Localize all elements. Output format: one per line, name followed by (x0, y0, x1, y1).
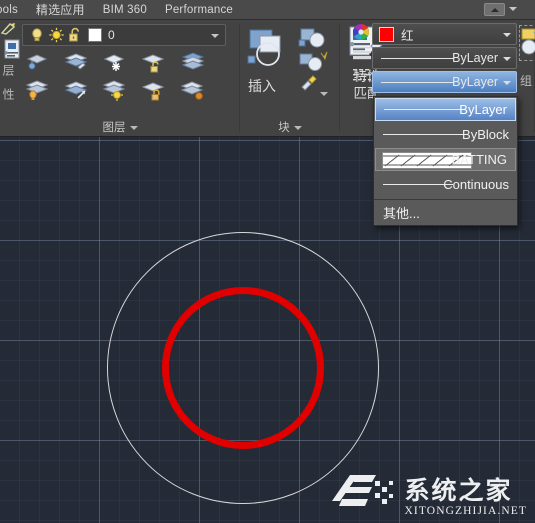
layer-unlock-icon[interactable] (139, 50, 173, 75)
chevron-down-icon[interactable] (129, 125, 138, 130)
layer-tools-row-1 (22, 50, 228, 75)
watermark-logo-icon (331, 475, 393, 506)
edge-label-properties: 性 (1, 88, 15, 100)
watermark-en: XITONGZHIJIA.NET (404, 505, 527, 517)
layer-thaw-icon[interactable] (100, 78, 134, 103)
linetype-option-batting[interactable]: BATTING (375, 148, 516, 171)
group-panel: 组 (516, 20, 535, 137)
chevron-down-icon[interactable] (293, 125, 302, 130)
tab-tools[interactable]: ools (0, 0, 27, 20)
layer-off-icon[interactable] (22, 78, 56, 103)
tab-featured-apps[interactable]: 精选应用 (27, 0, 94, 20)
linetype-preview-line (381, 58, 454, 59)
object-color-label: 红 (401, 28, 414, 43)
layer-edit-icon[interactable] (61, 50, 95, 75)
triangle-up-icon (490, 7, 499, 12)
linetype-dropdown-list: ByLayer ByBlock BATTING Continuous 其他... (373, 96, 518, 226)
linetype-option-label: ByLayer (459, 102, 507, 117)
lightbulb-on-icon[interactable] (29, 27, 45, 43)
layer-manager-icon[interactable] (2, 38, 22, 60)
autocad-window: ools 精选应用 BIM 360 Performance 层 性 (0, 0, 535, 523)
layer-isolate-icon[interactable] (22, 50, 56, 75)
create-block-icon[interactable] (298, 26, 330, 50)
object-lineweight-combo[interactable]: ByLayer (372, 71, 517, 93)
layers-panel-title-text: 图层 (102, 122, 126, 134)
solid-line-preview-icon (383, 134, 465, 135)
lineweight-icon[interactable] (352, 45, 372, 63)
object-color-swatch[interactable] (379, 26, 394, 42)
inner-circle[interactable] (162, 287, 324, 449)
current-layer-combo[interactable]: 0 (22, 24, 226, 46)
tab-bim-360[interactable]: BIM 360 (94, 0, 156, 20)
solid-line-preview-icon (384, 109, 464, 110)
linetype-option-continuous[interactable]: Continuous (374, 172, 517, 197)
color-wheel-icon[interactable] (352, 23, 370, 41)
watermark: 系统之家 XITONGZHIJIA.NET (328, 461, 527, 517)
ribbon-tab-bar: ools 精选应用 BIM 360 Performance (0, 0, 535, 20)
linetype-option-label: Continuous (443, 177, 509, 192)
linetype-option-label: ByBlock (462, 127, 509, 142)
group-icon[interactable] (520, 27, 535, 59)
linetype-option-bylayer[interactable]: ByLayer (375, 98, 516, 121)
linetype-option-other[interactable]: 其他... (374, 200, 517, 225)
block-panel: 插入 块 (240, 20, 340, 137)
panel-divider (339, 24, 340, 132)
tab-performance[interactable]: Performance (156, 0, 242, 20)
chevron-down-icon[interactable] (211, 34, 219, 38)
layer-merge-icon[interactable] (178, 50, 212, 75)
object-color-combo[interactable]: 红 (372, 23, 517, 45)
layer-turn-on-icon[interactable] (61, 78, 95, 103)
chevron-down-icon[interactable] (503, 81, 511, 85)
layer-freeze-icon[interactable] (100, 50, 134, 75)
layer-tools (22, 50, 228, 106)
insert-label[interactable]: 插入 (248, 76, 276, 96)
lineweight-preview-line (381, 82, 454, 83)
block-panel-title-text: 块 (278, 122, 290, 134)
watermark-text: 系统之家 XITONGZHIJIA.NET (404, 477, 527, 518)
layers-panel: 层 性 0 图层 (0, 20, 240, 137)
chevron-down-icon[interactable] (320, 92, 328, 96)
block-panel-title[interactable]: 块 (240, 119, 340, 135)
chevron-down-icon[interactable] (503, 57, 511, 61)
watermark-cn: 系统之家 (404, 477, 513, 505)
sun-thaw-icon[interactable] (48, 27, 65, 43)
current-layer-name: 0 (108, 28, 115, 42)
layer-lock-icon[interactable] (139, 78, 173, 103)
chevron-down-icon[interactable] (503, 33, 511, 37)
define-attribute-icon[interactable] (298, 51, 330, 75)
ribbon-tabs: ools 精选应用 BIM 360 Performance (0, 0, 535, 20)
linetype-option-byblock[interactable]: ByBlock (374, 122, 517, 147)
layer-color-swatch[interactable] (88, 28, 102, 42)
object-linetype-combo[interactable]: ByLayer (372, 47, 517, 69)
object-lineweight-label: ByLayer (452, 75, 498, 89)
group-panel-title[interactable]: 组 (520, 72, 532, 89)
insert-block-icon[interactable] (246, 26, 298, 74)
layer-delete-icon[interactable] (178, 78, 212, 103)
layer-properties-icon[interactable] (0, 22, 18, 36)
edge-label-layer: 层 (1, 64, 15, 76)
layer-tools-row-2 (22, 78, 228, 103)
chevron-down-icon[interactable] (509, 7, 517, 11)
minimize-ribbon-button[interactable] (484, 3, 505, 16)
unlock-icon[interactable] (68, 27, 83, 43)
linetype-icon[interactable] (352, 67, 372, 85)
object-linetype-label: ByLayer (452, 51, 498, 65)
layers-panel-title[interactable]: 图层 (0, 119, 240, 135)
linetype-option-label: BATTING (451, 152, 507, 167)
